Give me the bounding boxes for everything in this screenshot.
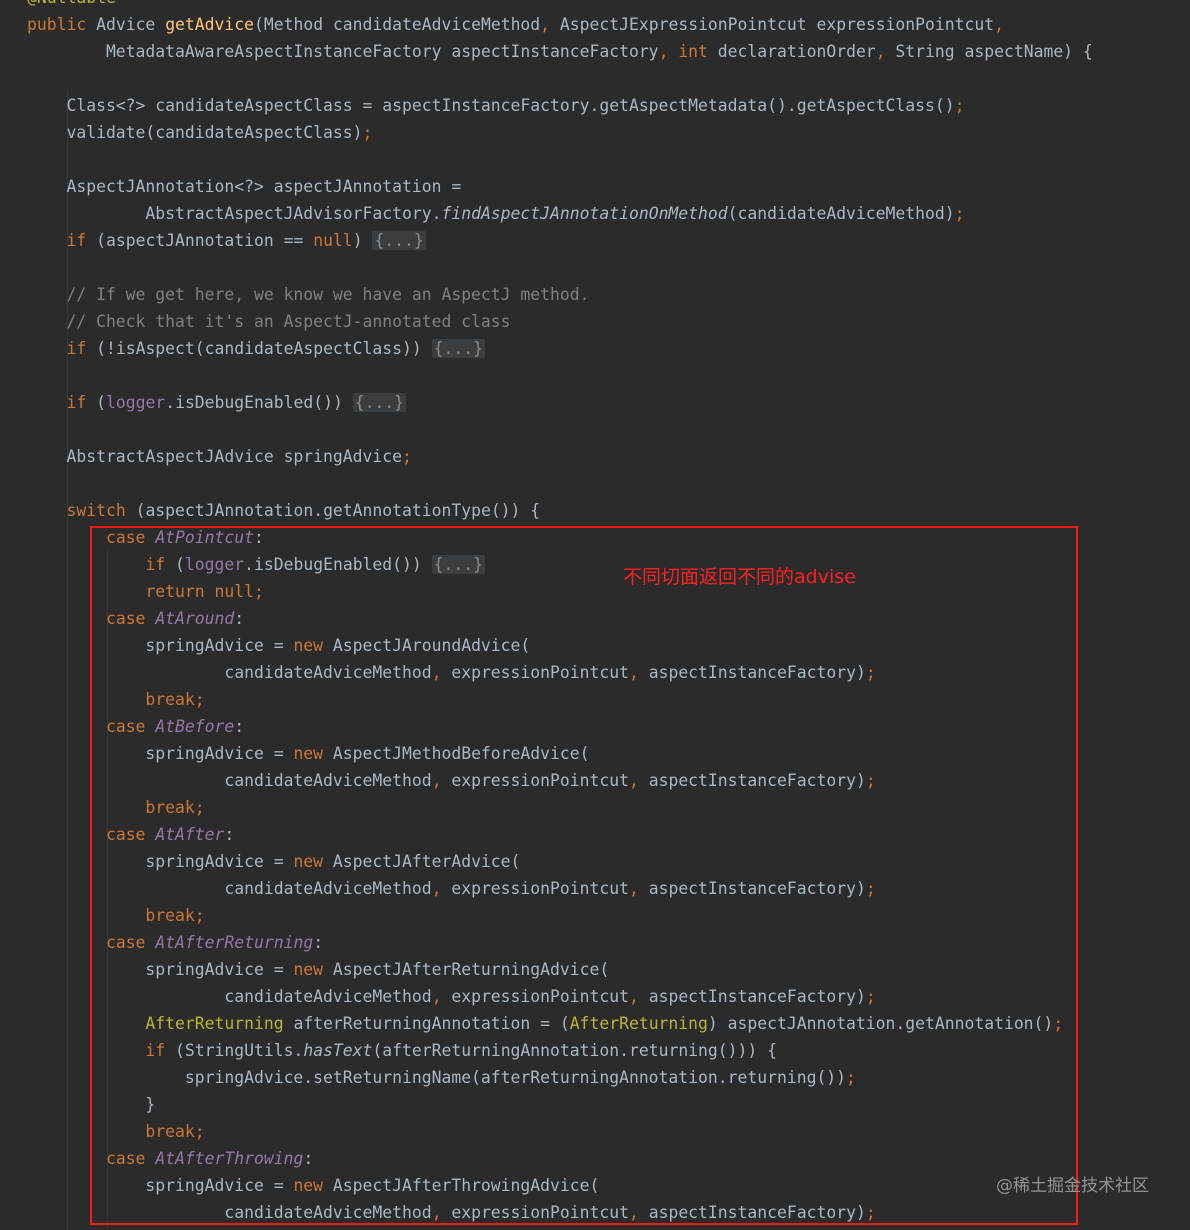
code-token: ; (954, 204, 965, 223)
callout-label: 不同切面返回不同的advise (623, 566, 856, 588)
code-token: ) (352, 231, 373, 250)
code-token: Class<?> candidateAspectClass = aspectIn… (27, 96, 955, 115)
code-editor[interactable]: @Nullable public Advice getAdvice(Method … (0, 0, 1190, 1230)
code-line[interactable]: AbstractAspectJAdvice springAdvice; (27, 443, 412, 470)
code-token: (aspectJAnnotation == (86, 231, 314, 250)
code-token: , (540, 15, 551, 34)
code-token: , (658, 42, 669, 61)
code-token: // If we get here, we know we have an As… (27, 285, 590, 304)
code-token: if (66, 393, 87, 412)
code-token: AbstractAspectJAdvisorFactory. (27, 204, 442, 223)
watermark: @稀土掘金技术社区 (996, 1176, 1149, 1196)
code-line[interactable]: if (!isAspect(candidateAspectClass)) {..… (27, 335, 485, 362)
code-line[interactable]: switch (aspectJAnnotation.getAnnotationT… (27, 497, 540, 524)
code-token: null (313, 231, 353, 250)
code-line[interactable]: MetadataAwareAspectInstanceFactory aspec… (27, 38, 1093, 65)
code-token: ; (401, 447, 412, 466)
code-token: ; (954, 96, 965, 115)
code-line[interactable]: if (aspectJAnnotation == null) {...} (27, 227, 426, 254)
code-token: @Nullable (27, 0, 116, 7)
code-line[interactable]: AbstractAspectJAdvisorFactory.findAspect… (27, 200, 964, 227)
code-token: findAspectJAnnotationOnMethod (441, 204, 728, 223)
code-token: int (678, 42, 708, 61)
code-token: if (66, 231, 87, 250)
code-line[interactable]: // If we get here, we know we have an As… (27, 281, 589, 308)
code-token: if (66, 339, 87, 358)
folded-block-button[interactable]: {...} (352, 393, 407, 412)
code-token: (aspectJAnnotation.getAnnotationType()) … (125, 501, 541, 520)
code-token: AspectJAnnotation<?> aspectJAnnotation = (27, 177, 462, 196)
code-line[interactable]: if (logger.isDebugEnabled()) {...} (27, 389, 407, 416)
code-line[interactable]: public Advice getAdvice(Method candidate… (27, 11, 1004, 38)
highlight-box (90, 526, 1078, 1225)
code-token: AbstractAspectJAdvice springAdvice (27, 447, 402, 466)
folded-block-button[interactable]: {...} (372, 231, 426, 250)
code-token: (!isAspect(candidateAspectClass)) (86, 339, 432, 358)
code-token: .isDebugEnabled()) (165, 393, 353, 412)
code-line[interactable]: Class<?> candidateAspectClass = aspectIn… (27, 92, 964, 119)
code-token: , (875, 42, 886, 61)
code-token: AspectJExpressionPointcut expressionPoin… (550, 15, 995, 34)
code-token: declarationOrder (707, 42, 876, 61)
code-token: MetadataAwareAspectInstanceFactory aspec… (27, 42, 659, 61)
code-token: validate(candidateAspectClass) (27, 123, 363, 142)
code-token: String aspectName) { (885, 42, 1093, 61)
code-token: (candidateAdviceMethod) (727, 204, 955, 223)
code-token: getAdvice (165, 15, 254, 34)
code-token: Advice (96, 15, 156, 34)
code-token: // Check that it's an AspectJ-annotated … (27, 312, 511, 331)
code-token: , (994, 15, 1004, 34)
code-line[interactable]: AspectJAnnotation<?> aspectJAnnotation = (27, 173, 461, 200)
code-token: ; (362, 123, 373, 142)
code-token: switch (66, 501, 126, 520)
folded-block-button[interactable]: {...} (431, 339, 485, 358)
code-line[interactable]: @Nullable (27, 0, 116, 11)
code-token: public (27, 15, 87, 34)
code-line[interactable]: validate(candidateAspectClass); (27, 119, 372, 146)
code-token: logger (105, 393, 166, 412)
code-token: (Method candidateAdviceMethod (254, 15, 541, 34)
code-line[interactable]: // Check that it's an AspectJ-annotated … (27, 308, 511, 335)
code-token: ( (86, 393, 106, 412)
